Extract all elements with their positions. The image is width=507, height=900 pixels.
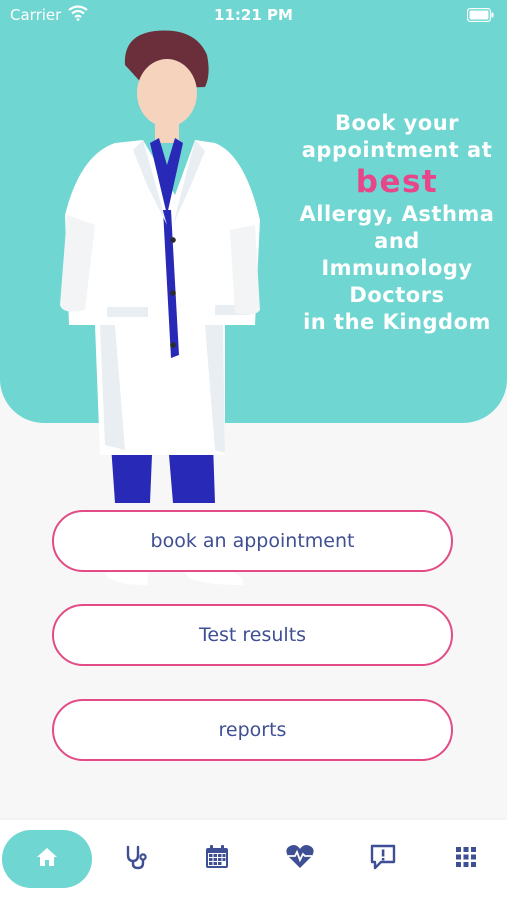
tab-doctors[interactable] bbox=[111, 830, 161, 888]
hero-highlight: best bbox=[355, 164, 439, 200]
hero-line-1: Book your bbox=[334, 111, 460, 135]
tab-calendar[interactable] bbox=[192, 830, 242, 888]
calendar-icon bbox=[204, 844, 230, 874]
hero-line-2: appointment at bbox=[301, 138, 493, 162]
grid-menu-icon bbox=[455, 846, 477, 872]
hero-line-4: and bbox=[374, 229, 420, 253]
tab-messages[interactable] bbox=[358, 830, 408, 888]
stethoscope-icon bbox=[123, 844, 149, 874]
reports-button[interactable]: reports bbox=[52, 699, 453, 761]
test-results-button[interactable]: Test results bbox=[52, 604, 453, 666]
home-icon bbox=[36, 847, 58, 871]
tab-home[interactable] bbox=[2, 830, 92, 888]
hero-line-5: Immunology bbox=[321, 256, 473, 280]
tab-health[interactable] bbox=[275, 830, 325, 888]
battery-icon bbox=[466, 7, 495, 26]
hero-line-6: Doctors bbox=[349, 283, 445, 307]
hero-line-7: in the Kingdom bbox=[303, 310, 491, 334]
heart-pulse-icon bbox=[285, 844, 315, 874]
message-alert-icon bbox=[369, 843, 397, 875]
clock: 11:21 PM bbox=[214, 6, 293, 24]
book-appointment-button[interactable]: book an appointment bbox=[52, 510, 453, 572]
tab-bar bbox=[0, 820, 507, 900]
hero-headline: Book your appointment at best Allergy, A… bbox=[296, 110, 498, 336]
tab-more[interactable] bbox=[441, 830, 491, 888]
hero-line-3: Allergy, Asthma bbox=[299, 202, 495, 226]
